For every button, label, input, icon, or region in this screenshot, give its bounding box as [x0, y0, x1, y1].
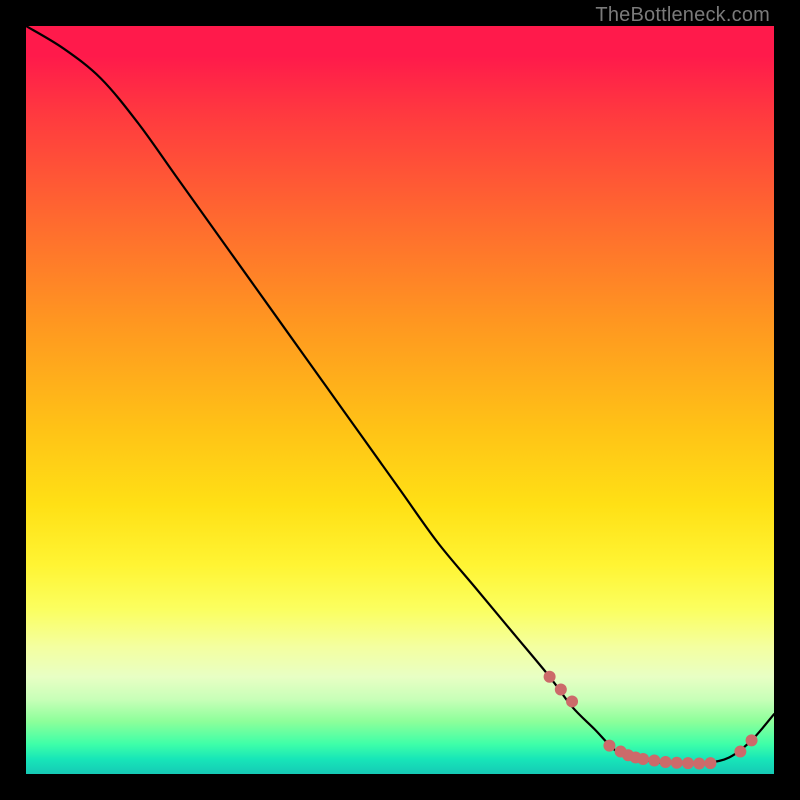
marker-dot	[544, 671, 556, 683]
marker-dot	[734, 746, 746, 758]
marker-dot	[671, 757, 683, 769]
marker-dot	[660, 756, 672, 768]
marker-dot	[682, 757, 694, 769]
watermark-text: TheBottleneck.com	[595, 4, 770, 27]
marker-dot	[603, 740, 615, 752]
chart-frame: TheBottleneck.com	[0, 0, 800, 800]
bottleneck-curve	[26, 26, 774, 764]
marker-dot	[648, 755, 660, 767]
marker-dot	[637, 753, 649, 765]
marker-dot	[555, 683, 567, 695]
marker-dot	[566, 695, 578, 707]
marker-dot	[704, 757, 716, 769]
marker-dot	[693, 758, 705, 770]
marker-dots	[544, 671, 758, 770]
chart-svg	[26, 26, 774, 774]
marker-dot	[746, 734, 758, 746]
plot-area	[26, 26, 774, 774]
